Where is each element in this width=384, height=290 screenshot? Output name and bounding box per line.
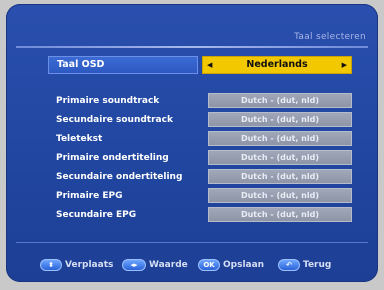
setting-row-secondary-soundtrack[interactable]: Secundaire soundtrack Dutch - (dut, nld)	[48, 111, 353, 129]
page-title: Taal selecteren	[294, 32, 366, 42]
setting-label: Primaire EPG	[56, 191, 123, 201]
ok-icon: OK	[198, 258, 220, 271]
leftright-icon: ◂▸	[122, 258, 146, 271]
osd-language-row[interactable]: Taal OSD ◀ Nederlands ▶	[48, 56, 353, 74]
osd-language-label: Taal OSD	[48, 56, 198, 74]
setting-label: Secundaire ondertiteling	[56, 172, 183, 182]
setting-row-teletext[interactable]: Teletekst Dutch - (dut, nld)	[48, 130, 353, 148]
footer-divider	[16, 242, 368, 243]
setting-value[interactable]: Dutch - (dut, nld)	[208, 188, 352, 203]
setting-value[interactable]: Dutch - (dut, nld)	[208, 93, 352, 108]
setting-row-secondary-epg[interactable]: Secundaire EPG Dutch - (dut, nld)	[48, 206, 353, 224]
back-icon: ↶	[278, 258, 300, 271]
arrow-right-icon[interactable]: ▶	[342, 57, 347, 73]
osd-language-select[interactable]: ◀ Nederlands ▶	[202, 56, 352, 74]
hint-back: ↶ Terug	[278, 258, 331, 272]
hint-move: ⬍ Verplaats	[40, 258, 113, 272]
setting-value[interactable]: Dutch - (dut, nld)	[208, 207, 352, 222]
hint-back-label: Terug	[303, 260, 332, 270]
hint-value-label: Waarde	[149, 260, 188, 270]
setting-row-primary-epg[interactable]: Primaire EPG Dutch - (dut, nld)	[48, 187, 353, 205]
footer-hints: ⬍ Verplaats ◂▸ Waarde OK Opslaan ↶ Terug	[40, 258, 360, 272]
hint-save: OK Opslaan	[198, 258, 264, 272]
setting-row-primary-subtitles[interactable]: Primaire ondertiteling Dutch - (dut, nld…	[48, 149, 353, 167]
settings-screen: Taal selecteren Taal OSD ◀ Nederlands ▶ …	[6, 4, 378, 282]
hint-save-label: Opslaan	[223, 260, 265, 270]
setting-label: Primaire ondertiteling	[56, 153, 169, 163]
setting-value[interactable]: Dutch - (dut, nld)	[208, 150, 352, 165]
setting-label: Teletekst	[56, 134, 103, 144]
setting-label: Primaire soundtrack	[56, 96, 160, 106]
setting-label: Secundaire soundtrack	[56, 115, 173, 125]
setting-row-primary-soundtrack[interactable]: Primaire soundtrack Dutch - (dut, nld)	[48, 92, 353, 110]
arrow-left-icon[interactable]: ◀	[207, 57, 212, 73]
updown-icon: ⬍	[40, 258, 62, 271]
hint-value: ◂▸ Waarde	[122, 258, 188, 272]
language-settings-list: Primaire soundtrack Dutch - (dut, nld) S…	[48, 92, 353, 225]
osd-language-value: Nederlands	[246, 59, 308, 70]
header-divider	[16, 46, 368, 48]
hint-move-label: Verplaats	[65, 260, 114, 270]
setting-value[interactable]: Dutch - (dut, nld)	[208, 169, 352, 184]
setting-value[interactable]: Dutch - (dut, nld)	[208, 112, 352, 127]
setting-row-secondary-subtitles[interactable]: Secundaire ondertiteling Dutch - (dut, n…	[48, 168, 353, 186]
setting-value[interactable]: Dutch - (dut, nld)	[208, 131, 352, 146]
setting-label: Secundaire EPG	[56, 210, 137, 220]
